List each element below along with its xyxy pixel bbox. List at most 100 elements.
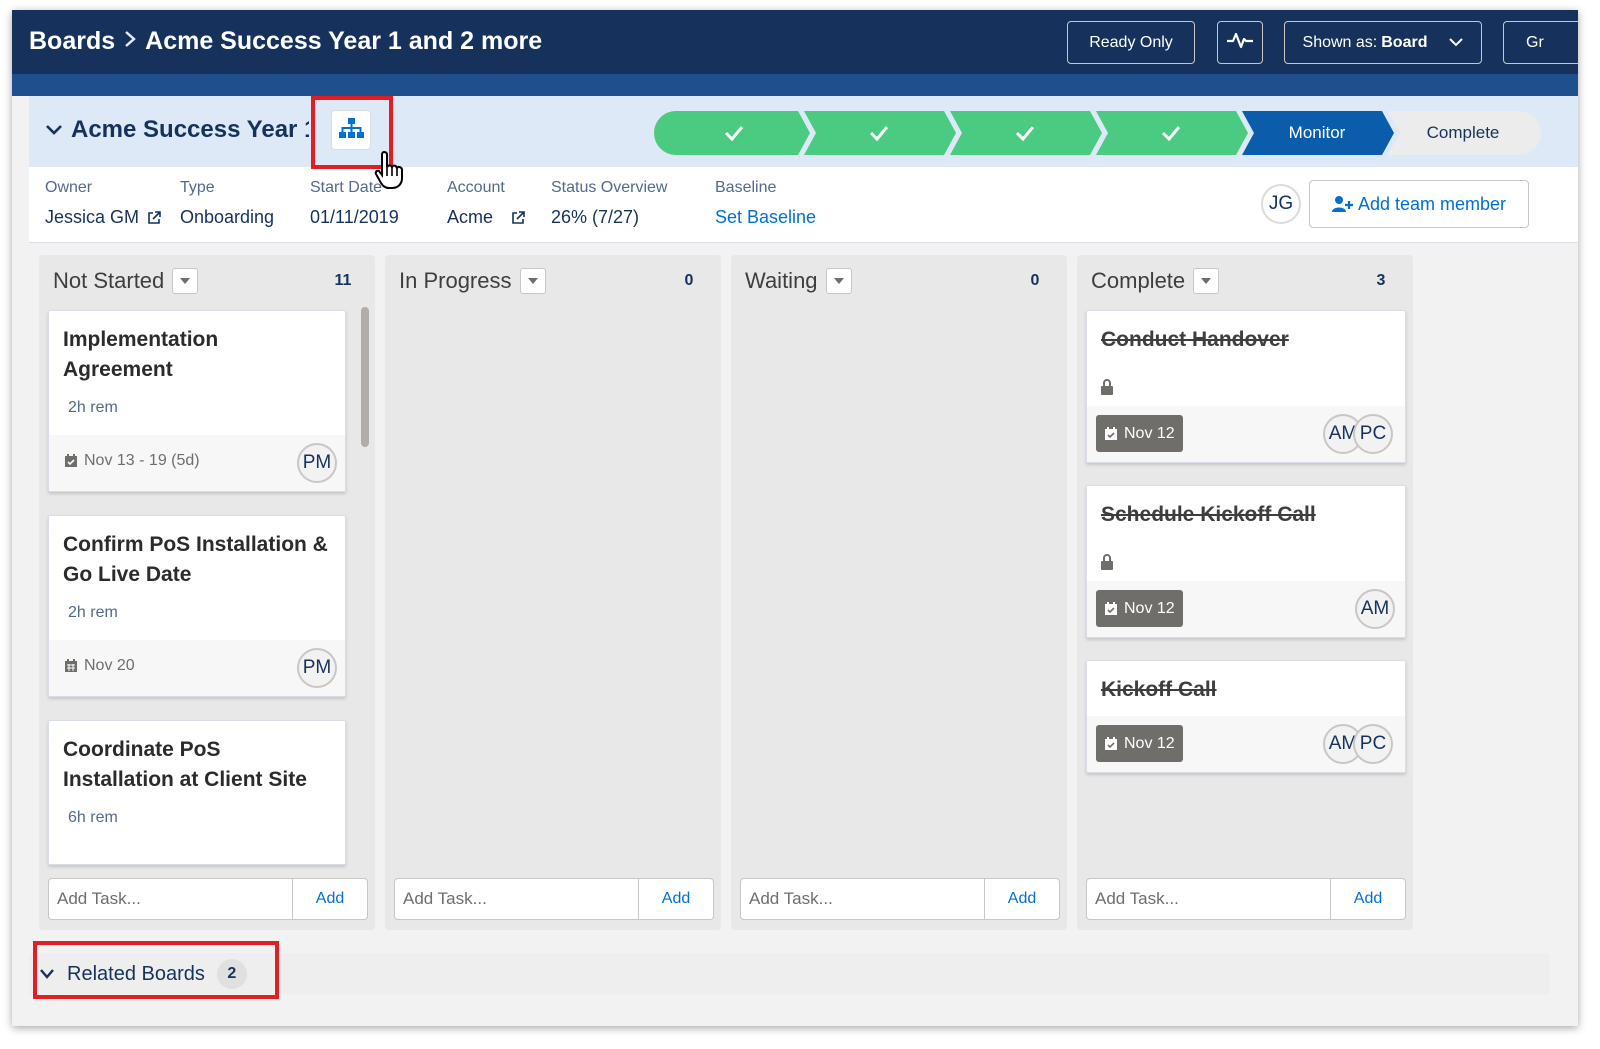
app-window: Boards Acme Success Year 1 and 2 more Re… (12, 10, 1578, 1026)
start-date-value: 01/11/2019 (310, 207, 399, 227)
path-stage-1[interactable] (674, 111, 794, 155)
task-card[interactable]: Schedule Kickoff Call Nov 12 AM (1086, 485, 1406, 638)
top-bar: Boards Acme Success Year 1 and 2 more Re… (12, 10, 1578, 74)
task-title: Confirm PoS Installation & Go Live Date (63, 533, 328, 586)
task-remaining: 2h rem (68, 399, 118, 416)
add-team-member-button[interactable]: Add team member (1309, 180, 1529, 228)
add-task-input[interactable]: Add Task... (1086, 878, 1331, 920)
column-scrollbar[interactable] (361, 307, 369, 447)
assignee-avatar[interactable]: PC (1353, 414, 1393, 454)
activity-pulse-icon (1226, 30, 1254, 55)
task-card[interactable]: Coordinate PoS Installation at Client Si… (48, 720, 346, 865)
task-date: Nov 13 - 19 (5d) (64, 452, 200, 470)
banner-strip (12, 74, 1578, 96)
column-menu-dropdown[interactable] (172, 268, 199, 294)
add-task-row: Add Task... Add (740, 878, 1060, 920)
group-by-button[interactable]: Gr (1503, 21, 1578, 64)
status-label: Status Overview (551, 179, 668, 196)
add-task-input[interactable]: Add Task... (740, 878, 985, 920)
task-remaining: 6h rem (68, 809, 118, 826)
chevron-right-icon (123, 29, 137, 55)
column-title: In Progress (399, 268, 512, 293)
board-details: Owner Jessica GM Type Onboarding Start D… (29, 167, 1578, 243)
shown-as-prefix: Shown as: (1302, 33, 1378, 51)
column-header: Complete (1091, 268, 1220, 294)
task-footer: Nov 13 - 19 (5d) PM (49, 435, 345, 491)
add-task-row: Add Task... Add (1086, 878, 1406, 920)
account-field: Account Acme (447, 179, 525, 228)
column-menu-dropdown[interactable] (519, 268, 546, 294)
task-title: Kickoff Call (1101, 678, 1217, 701)
add-task-button[interactable]: Add (985, 878, 1060, 920)
column-waiting: Waiting 0 Add Task... Add (731, 255, 1067, 930)
assignee-avatar[interactable]: PC (1353, 724, 1393, 764)
external-link-icon[interactable] (147, 210, 161, 225)
add-task-button[interactable]: Add (1331, 878, 1406, 920)
highlight-box (33, 941, 279, 999)
column-menu-dropdown[interactable] (825, 268, 852, 294)
path-stage-2[interactable] (814, 111, 944, 155)
task-date-text: Nov 12 (1124, 424, 1175, 442)
column-not-started: Not Started 11 Implementation Agreement … (39, 255, 375, 930)
assignee-avatar[interactable]: PM (297, 443, 337, 483)
add-team-member-label: Add team member (1357, 193, 1507, 214)
path-stage-complete[interactable]: Complete (1398, 111, 1528, 155)
add-user-icon (1331, 196, 1353, 212)
team-avatar[interactable]: JG (1261, 184, 1301, 224)
column-header: Not Started (53, 268, 199, 294)
task-date-pill: Nov 12 (1096, 725, 1183, 762)
add-task-row: Add Task... Add (394, 878, 714, 920)
status-field: Status Overview 26% (7/27) (551, 179, 667, 228)
owner-value-row[interactable]: Jessica GM (45, 207, 161, 228)
column-title: Not Started (53, 268, 165, 293)
task-date-pill: Nov 12 (1096, 590, 1183, 627)
read-only-button[interactable]: Ready Only (1067, 21, 1195, 64)
progress-path: Monitor Complete (654, 111, 1541, 155)
breadcrumb: Boards Acme Success Year 1 and 2 more (29, 27, 542, 56)
task-date-text: Nov 20 (84, 657, 135, 674)
owner-value: Jessica GM (45, 207, 140, 227)
type-field: Type Onboarding (180, 179, 274, 228)
breadcrumb-boards[interactable]: Boards (29, 27, 115, 56)
column-count: 3 (1376, 272, 1386, 289)
shown-as-value: Board (1381, 33, 1428, 51)
add-task-input[interactable]: Add Task... (48, 878, 293, 920)
owner-field: Owner Jessica GM (45, 179, 161, 228)
task-title: Schedule Kickoff Call (1101, 503, 1316, 526)
task-card[interactable]: Kickoff Call Nov 12 AM PC (1086, 660, 1406, 773)
path-stage-3[interactable] (960, 111, 1090, 155)
chevron-down-icon (1449, 34, 1464, 52)
add-task-button[interactable]: Add (293, 878, 368, 920)
type-label: Type (180, 179, 215, 196)
collapse-chevron-icon[interactable] (45, 120, 63, 141)
task-card[interactable]: Implementation Agreement 2h rem Nov 13 -… (48, 310, 346, 492)
assignee-avatar[interactable]: AM (1355, 589, 1395, 629)
calendar-check-icon (1105, 601, 1117, 615)
column-title: Complete (1091, 268, 1186, 293)
caret-down-icon (527, 278, 538, 284)
task-card[interactable]: Confirm PoS Installation & Go Live Date … (48, 515, 346, 697)
baseline-label: Baseline (715, 179, 777, 196)
activity-button[interactable] (1217, 21, 1263, 64)
hand-cursor-icon (374, 150, 406, 195)
task-date-pill: Nov 12 (1096, 415, 1183, 452)
column-menu-dropdown[interactable] (1193, 268, 1220, 294)
task-title: Coordinate PoS Installation at Client Si… (63, 738, 307, 791)
set-baseline-link[interactable]: Set Baseline (715, 207, 816, 228)
shown-as-dropdown[interactable]: Shown as: Board (1284, 21, 1482, 64)
add-task-button[interactable]: Add (639, 878, 714, 920)
calendar-check-icon (1105, 736, 1117, 750)
baseline-field: Baseline Set Baseline (715, 179, 816, 228)
task-card[interactable]: Conduct Handover Nov 12 AM PC (1086, 310, 1406, 463)
path-stage-4[interactable] (1106, 111, 1236, 155)
external-link-icon[interactable] (511, 210, 525, 225)
path-stage-monitor[interactable]: Monitor (1252, 111, 1382, 155)
board-title-row[interactable]: Acme Success Year 1 (45, 116, 309, 144)
calendar-icon (65, 659, 77, 672)
add-task-input[interactable]: Add Task... (394, 878, 639, 920)
task-date-text: Nov 12 (1124, 734, 1175, 752)
column-complete: Complete 3 Conduct Handover Nov 12 AM PC… (1077, 255, 1413, 930)
assignee-avatar[interactable]: PM (297, 648, 337, 688)
column-header: In Progress (399, 268, 546, 294)
account-value-row[interactable]: Acme (447, 207, 525, 228)
